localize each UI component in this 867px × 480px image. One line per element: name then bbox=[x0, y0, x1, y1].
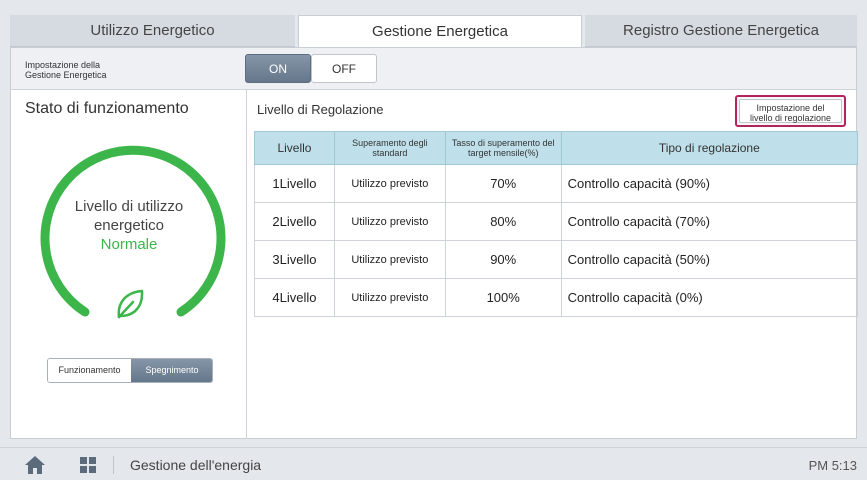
main-panel: Impostazione della Gestione Energetica O… bbox=[10, 47, 859, 439]
cell-level: 2Livello bbox=[254, 202, 335, 241]
table-header-row: Livello Superamento degli standard Tasso… bbox=[254, 131, 859, 165]
setting-label-line1: Impostazione della bbox=[25, 60, 101, 70]
cell-rate: 100% bbox=[444, 278, 562, 317]
setting-label: Impostazione della Gestione Energetica bbox=[25, 60, 107, 80]
divider bbox=[113, 456, 114, 474]
cell-type: Controllo capacità (70%) bbox=[560, 202, 859, 241]
screen-title: Gestione dell'energia bbox=[130, 457, 262, 473]
cell-level: 3Livello bbox=[254, 240, 335, 279]
regulation-level-settings-button[interactable]: Impostazione del livello di regolazione bbox=[735, 95, 846, 127]
home-icon[interactable] bbox=[24, 455, 46, 475]
table-row: 4Livello Utilizzo previsto 100% Controll… bbox=[254, 278, 859, 317]
regulation-level-settings-label: Impostazione del livello di regolazione bbox=[739, 99, 842, 123]
tab-utilizzo-energetico[interactable]: Utilizzo Energetico bbox=[10, 15, 295, 47]
regulation-level-title: Livello di Regolazione bbox=[257, 102, 384, 117]
cell-rate: 70% bbox=[444, 164, 562, 203]
cell-standard: Utilizzo previsto bbox=[333, 278, 446, 317]
on-button[interactable]: ON bbox=[245, 54, 311, 83]
cell-standard: Utilizzo previsto bbox=[333, 202, 446, 241]
energy-status-value: Normale bbox=[100, 236, 158, 253]
cell-rate: 90% bbox=[444, 240, 562, 279]
regulation-level-table: Livello Superamento degli standard Tasso… bbox=[254, 131, 859, 317]
grid-icon[interactable] bbox=[80, 457, 96, 473]
bottom-bar: Gestione dell'energia PM 5:13 bbox=[0, 447, 867, 480]
table-row: 1Livello Utilizzo previsto 70% Controllo… bbox=[254, 164, 859, 203]
operation-status-panel: Stato di funzionamento Livello di utiliz… bbox=[11, 90, 247, 439]
funzionamento-button[interactable]: Funzionamento bbox=[48, 359, 131, 382]
cell-level: 1Livello bbox=[254, 164, 335, 203]
setting-label-line2: Gestione Energetica bbox=[25, 70, 107, 80]
clock: PM 5:13 bbox=[808, 458, 857, 473]
ring-label-line1: Livello di utilizzo bbox=[74, 198, 184, 215]
cell-standard: Utilizzo previsto bbox=[333, 240, 446, 279]
header-rate: Tasso di superamento del target mensile(… bbox=[444, 131, 562, 165]
cell-rate: 80% bbox=[444, 202, 562, 241]
header-standard: Superamento degli standard bbox=[333, 131, 446, 165]
off-button[interactable]: OFF bbox=[311, 54, 377, 83]
header-type: Tipo di regolazione bbox=[560, 131, 859, 165]
spegnimento-button[interactable]: Spegnimento bbox=[131, 359, 212, 382]
tab-bar: Utilizzo Energetico Gestione Energetica … bbox=[10, 15, 857, 48]
settings-label-line2: livello di regolazione bbox=[749, 113, 832, 123]
table-row: 3Livello Utilizzo previsto 90% Controllo… bbox=[254, 240, 859, 279]
operation-status-title: Stato di funzionamento bbox=[25, 100, 189, 117]
table-row: 2Livello Utilizzo previsto 80% Controllo… bbox=[254, 202, 859, 241]
leaf-icon bbox=[117, 289, 144, 319]
header-level: Livello bbox=[254, 131, 335, 165]
cell-type: Controllo capacità (50%) bbox=[560, 240, 859, 279]
ring-label-line2: energetico bbox=[93, 217, 165, 234]
tab-gestione-energetica[interactable]: Gestione Energetica bbox=[298, 15, 582, 48]
energy-management-setting-row: Impostazione della Gestione Energetica O… bbox=[11, 48, 856, 90]
cell-type: Controllo capacità (90%) bbox=[560, 164, 859, 203]
regulation-level-panel: Livello di Regolazione Impostazione del … bbox=[247, 90, 859, 439]
tab-registro-gestione-energetica[interactable]: Registro Gestione Energetica bbox=[585, 15, 857, 47]
settings-label-line1: Impostazione del bbox=[756, 103, 825, 113]
cell-level: 4Livello bbox=[254, 278, 335, 317]
cell-type: Controllo capacità (0%) bbox=[560, 278, 859, 317]
operation-toggle: Funzionamento Spegnimento bbox=[47, 358, 213, 383]
cell-standard: Utilizzo previsto bbox=[333, 164, 446, 203]
